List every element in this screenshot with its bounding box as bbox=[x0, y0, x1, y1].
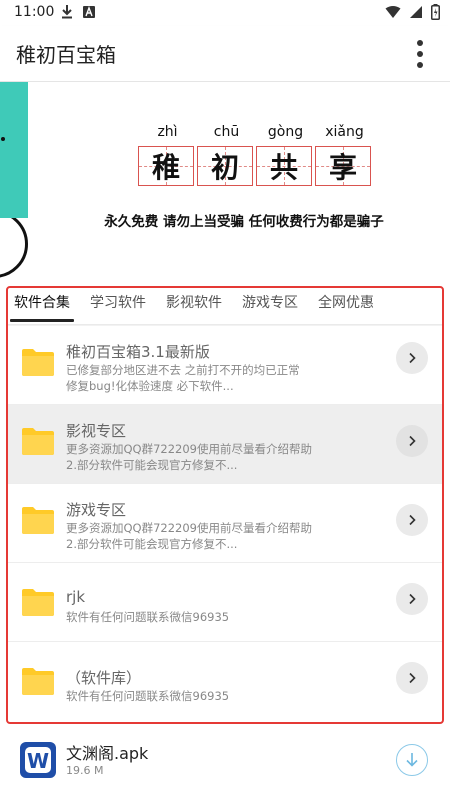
item-title: 影视专区 bbox=[66, 422, 127, 440]
item-title: 稚初百宝箱3.1最新版 bbox=[66, 343, 210, 361]
banner-pinyin: gòng bbox=[267, 124, 304, 140]
more-vert-icon[interactable] bbox=[410, 36, 430, 72]
item-title: 游戏专区 bbox=[66, 501, 127, 519]
wenyuange-app-icon: W bbox=[20, 742, 56, 778]
category-tabs: 软件合集 学习软件 影视软件 游戏专区 全网优惠 bbox=[8, 288, 442, 324]
item-title: （软件库） bbox=[66, 669, 142, 687]
open-item-button[interactable] bbox=[396, 425, 428, 457]
status-time: 11:00 bbox=[14, 4, 55, 20]
apk-size: 19.6 M bbox=[66, 764, 104, 777]
banner-pinyin: chū bbox=[213, 124, 240, 140]
banner-char-box: 初 bbox=[197, 146, 253, 186]
download-button[interactable] bbox=[396, 744, 428, 776]
wifi-icon bbox=[385, 6, 401, 18]
open-item-button[interactable] bbox=[396, 342, 428, 374]
list-item[interactable]: 游戏专区 更多资源加QQ群722209使用前尽量看介绍帮助 2.部分软件可能会现… bbox=[8, 484, 442, 563]
item-description: 已修复部分地区进不去 之前打不开的均已正常 bbox=[66, 363, 300, 377]
banner-slogan: 永久免费 请勿上当受骗 任何收费行为都是骗子 bbox=[104, 214, 384, 230]
cellular-signal-icon bbox=[410, 6, 422, 18]
svg-text:W: W bbox=[27, 749, 49, 773]
apk-name: 文渊阁.apk bbox=[66, 744, 149, 763]
item-description: 修复bug!化体验速度 必下软件... bbox=[66, 379, 234, 393]
folder-icon bbox=[22, 668, 54, 695]
item-description: 2.部分软件可能会现官方修复不... bbox=[66, 458, 238, 472]
tab-deals[interactable]: 全网优惠 bbox=[312, 288, 380, 324]
chevron-right-icon bbox=[409, 672, 416, 684]
folder-icon bbox=[22, 589, 54, 616]
item-description: 2.部分软件可能会现官方修复不... bbox=[66, 537, 238, 551]
folder-icon bbox=[22, 428, 54, 455]
list-item[interactable]: （软件库） 软件有任何问题联系微信96935 bbox=[8, 642, 442, 721]
folder-icon bbox=[22, 349, 54, 376]
open-item-button[interactable] bbox=[396, 583, 428, 615]
chevron-right-icon bbox=[409, 514, 416, 526]
item-description: 软件有任何问题联系微信96935 bbox=[66, 689, 230, 703]
tab-video-software[interactable]: 影视软件 bbox=[160, 288, 228, 324]
download-icon bbox=[62, 5, 72, 19]
status-bar: 11:00 bbox=[0, 0, 450, 26]
notification-a-icon bbox=[83, 6, 95, 18]
tab-learning-software[interactable]: 学习软件 bbox=[84, 288, 152, 324]
download-arrow-icon bbox=[406, 753, 418, 767]
battery-icon bbox=[431, 4, 440, 20]
item-description: 软件有任何问题联系微信96935 bbox=[66, 610, 230, 624]
tab-software-collection[interactable]: 软件合集 bbox=[8, 288, 76, 324]
banner-pinyin: zhì bbox=[157, 124, 178, 140]
banner-char-box: 共 bbox=[256, 146, 312, 186]
list-item[interactable]: 影视专区 更多资源加QQ群722209使用前尽量看介绍帮助 2.部分软件可能会现… bbox=[8, 405, 442, 484]
folder-list: 稚初百宝箱3.1最新版 已修复部分地区进不去 之前打不开的均已正常 修复bug!… bbox=[8, 326, 442, 721]
app-bar: 稚初百宝箱 bbox=[0, 26, 450, 82]
banner-pinyin: xiǎng bbox=[325, 124, 364, 140]
banner-char-box: 享 bbox=[315, 146, 371, 186]
open-item-button[interactable] bbox=[396, 662, 428, 694]
download-row[interactable]: W 文渊阁.apk 19.6 M bbox=[0, 730, 450, 800]
list-item[interactable]: rjk 软件有任何问题联系微信96935 bbox=[8, 563, 442, 642]
item-description: 更多资源加QQ群722209使用前尽量看介绍帮助 bbox=[66, 521, 313, 535]
banner-characters-row: 稚 初 共 享 bbox=[138, 146, 371, 186]
chevron-right-icon bbox=[409, 435, 416, 447]
app-title: 稚初百宝箱 bbox=[16, 43, 116, 67]
banner-char-box: 稚 bbox=[138, 146, 194, 186]
item-description: 更多资源加QQ群722209使用前尽量看介绍帮助 bbox=[66, 442, 313, 456]
banner-decoration-teal bbox=[0, 82, 28, 218]
chevron-right-icon bbox=[409, 352, 416, 364]
tab-games[interactable]: 游戏专区 bbox=[236, 288, 304, 324]
list-item[interactable]: 稚初百宝箱3.1最新版 已修复部分地区进不去 之前打不开的均已正常 修复bug!… bbox=[8, 326, 442, 405]
banner-decoration-dot bbox=[1, 137, 5, 141]
open-item-button[interactable] bbox=[396, 504, 428, 536]
status-right-icons bbox=[385, 4, 440, 20]
chevron-right-icon bbox=[409, 593, 416, 605]
item-title: rjk bbox=[66, 588, 86, 606]
folder-icon bbox=[22, 507, 54, 534]
banner-pinyin-row: zhì chū gòng xiǎng bbox=[138, 124, 374, 140]
